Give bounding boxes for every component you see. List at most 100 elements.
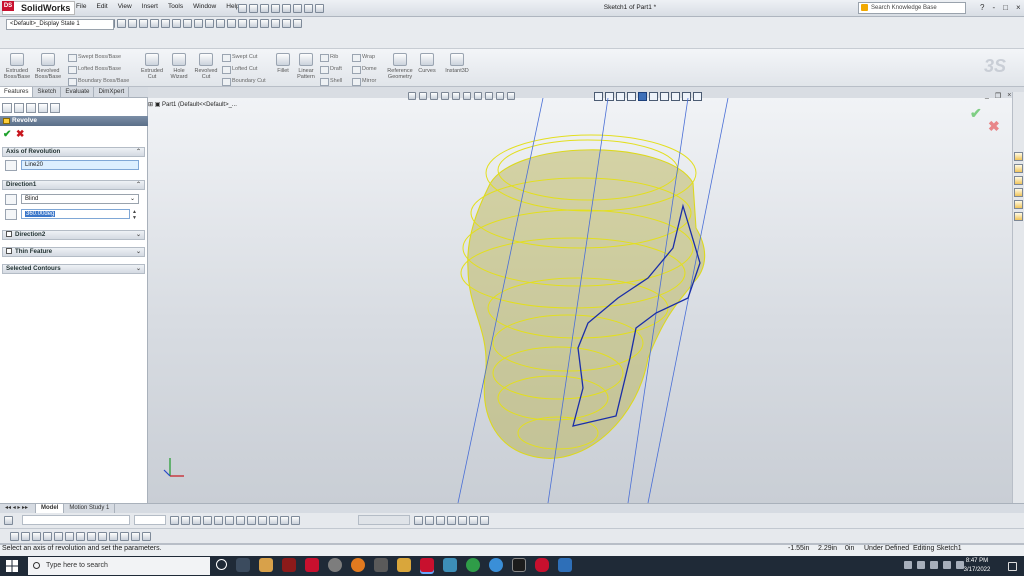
- direction2-group[interactable]: Direction2 ⌄: [2, 230, 145, 240]
- indent-icon[interactable]: [269, 516, 278, 525]
- thin-feature-checkbox[interactable]: [6, 248, 12, 254]
- zoom-fit-icon[interactable]: [238, 19, 247, 28]
- file-explorer-icon[interactable]: [1014, 176, 1023, 185]
- trim-icon[interactable]: [172, 19, 181, 28]
- extruded-boss-button[interactable]: Extruded Boss/Base: [3, 53, 31, 80]
- rib-button[interactable]: Rib: [320, 53, 338, 62]
- align-left-icon[interactable]: [214, 516, 223, 525]
- repair-icon[interactable]: [227, 19, 236, 28]
- rebuild-icon[interactable]: [304, 4, 313, 13]
- axis-field[interactable]: Line20: [21, 160, 139, 170]
- car-app-icon[interactable]: [535, 558, 549, 572]
- windows-start-icon[interactable]: [6, 560, 18, 572]
- parabola-icon[interactable]: [54, 532, 63, 541]
- tab-dimxpert[interactable]: DimXpert: [94, 87, 130, 97]
- curves-button[interactable]: Curves: [414, 53, 440, 74]
- media-icon[interactable]: [512, 558, 526, 572]
- direction1-group[interactable]: Direction1 ⌃: [2, 180, 145, 190]
- section-view-icon[interactable]: [293, 19, 302, 28]
- steam-icon[interactable]: [328, 558, 342, 572]
- move-icon[interactable]: [120, 532, 129, 541]
- stack-icon[interactable]: [258, 516, 267, 525]
- property-manager-icon[interactable]: [14, 103, 24, 113]
- clock[interactable]: 8:47 PM 3/17/2022: [955, 557, 999, 575]
- convert-icon[interactable]: [87, 532, 96, 541]
- view-palette-icon[interactable]: [1014, 188, 1023, 197]
- boundary-cut-button[interactable]: Boundary Cut: [222, 77, 266, 86]
- zoom-area-icon[interactable]: [249, 19, 258, 28]
- sketch-layer-icon[interactable]: [480, 516, 489, 525]
- search-input[interactable]: Search Knowledge Base: [858, 2, 966, 14]
- tab-sketch[interactable]: Sketch: [33, 87, 62, 97]
- slot-icon[interactable]: [65, 532, 74, 541]
- revolved-boss-button[interactable]: Revolved Boss/Base: [34, 53, 62, 80]
- menu-insert[interactable]: Insert: [142, 3, 158, 10]
- tab-features[interactable]: Features: [0, 87, 34, 97]
- task-view-icon[interactable]: [236, 558, 250, 572]
- menu-view[interactable]: View: [118, 3, 132, 10]
- pattern-icon[interactable]: [205, 19, 214, 28]
- new-icon[interactable]: [238, 4, 247, 13]
- line-thickness-icon[interactable]: [425, 516, 434, 525]
- text-icon[interactable]: [76, 532, 85, 541]
- tab-nav-arrows[interactable]: ◂◂ ◂ ▸ ▸▸: [0, 504, 36, 513]
- cortana-icon[interactable]: [216, 559, 227, 570]
- taskbar-search-input[interactable]: Type here to search: [28, 557, 210, 575]
- direction2-checkbox[interactable]: [6, 231, 12, 237]
- maximize-button[interactable]: □: [1003, 3, 1008, 12]
- align-right-icon[interactable]: [236, 516, 245, 525]
- volume-icon[interactable]: [930, 561, 938, 569]
- extruded-cut-button[interactable]: Extruded Cut: [138, 53, 166, 80]
- justify-icon[interactable]: [247, 516, 256, 525]
- ok-button[interactable]: ✔: [3, 129, 11, 140]
- font-select[interactable]: [22, 515, 130, 525]
- display-style-icon[interactable]: [282, 19, 291, 28]
- split-icon[interactable]: [109, 532, 118, 541]
- bold-icon[interactable]: [170, 516, 179, 525]
- angle-spinner[interactable]: ▲ ▼: [132, 209, 137, 221]
- thin-feature-group[interactable]: Thin Feature ⌄: [2, 247, 145, 257]
- file-explorer-icon[interactable]: [259, 558, 273, 572]
- store-icon[interactable]: [558, 558, 572, 572]
- lofted-cut-button[interactable]: Lofted Cut: [222, 65, 257, 74]
- firefox-icon[interactable]: [351, 558, 365, 572]
- tab-evaluate[interactable]: Evaluate: [61, 87, 95, 97]
- boundary-boss-button[interactable]: Boundary Boss/Base: [68, 77, 129, 86]
- swept-cut-button[interactable]: Swept Cut: [222, 53, 257, 62]
- menu-window[interactable]: Window: [193, 3, 216, 10]
- extend-icon[interactable]: [98, 532, 107, 541]
- layer-select[interactable]: [358, 515, 410, 525]
- centerline-icon[interactable]: [21, 532, 30, 541]
- rotate-icon[interactable]: [260, 19, 269, 28]
- point-icon[interactable]: [10, 532, 19, 541]
- options-icon[interactable]: [315, 4, 324, 13]
- reverse-direction-icon[interactable]: [5, 194, 17, 205]
- shell-button[interactable]: Shell: [320, 77, 342, 86]
- save-icon[interactable]: [260, 4, 269, 13]
- circle-icon[interactable]: [128, 19, 137, 28]
- angle-field[interactable]: 360.00deg: [21, 209, 130, 219]
- dome-button[interactable]: Dome: [352, 65, 377, 74]
- word-icon[interactable]: [374, 558, 388, 572]
- design-library-icon[interactable]: [1014, 164, 1023, 173]
- feature-manager-icon[interactable]: [2, 103, 12, 113]
- undo-icon[interactable]: [282, 4, 291, 13]
- configuration-manager-icon[interactable]: [26, 103, 36, 113]
- appearances-icon[interactable]: [1014, 200, 1023, 209]
- tray-up-icon[interactable]: [904, 561, 912, 569]
- solidworks-app-icon[interactable]: [282, 558, 296, 572]
- bullet-icon[interactable]: [280, 516, 289, 525]
- game-icon[interactable]: [397, 558, 411, 572]
- chrome-icon[interactable]: [466, 558, 480, 572]
- fillet-sketch-icon[interactable]: [161, 19, 170, 28]
- line-color-icon[interactable]: [414, 516, 423, 525]
- help-button[interactable]: ?: [980, 3, 984, 12]
- tab-model[interactable]: Model: [36, 504, 65, 513]
- solidworks-active-icon[interactable]: [420, 558, 434, 572]
- color-display-icon[interactable]: [458, 516, 467, 525]
- line-style-icon[interactable]: [436, 516, 445, 525]
- tab-motion-study[interactable]: Motion Study 1: [64, 504, 116, 513]
- select-icon[interactable]: [293, 4, 302, 13]
- linear-pattern-button[interactable]: Linear Pattern: [292, 53, 320, 80]
- wps-icon[interactable]: [305, 558, 319, 572]
